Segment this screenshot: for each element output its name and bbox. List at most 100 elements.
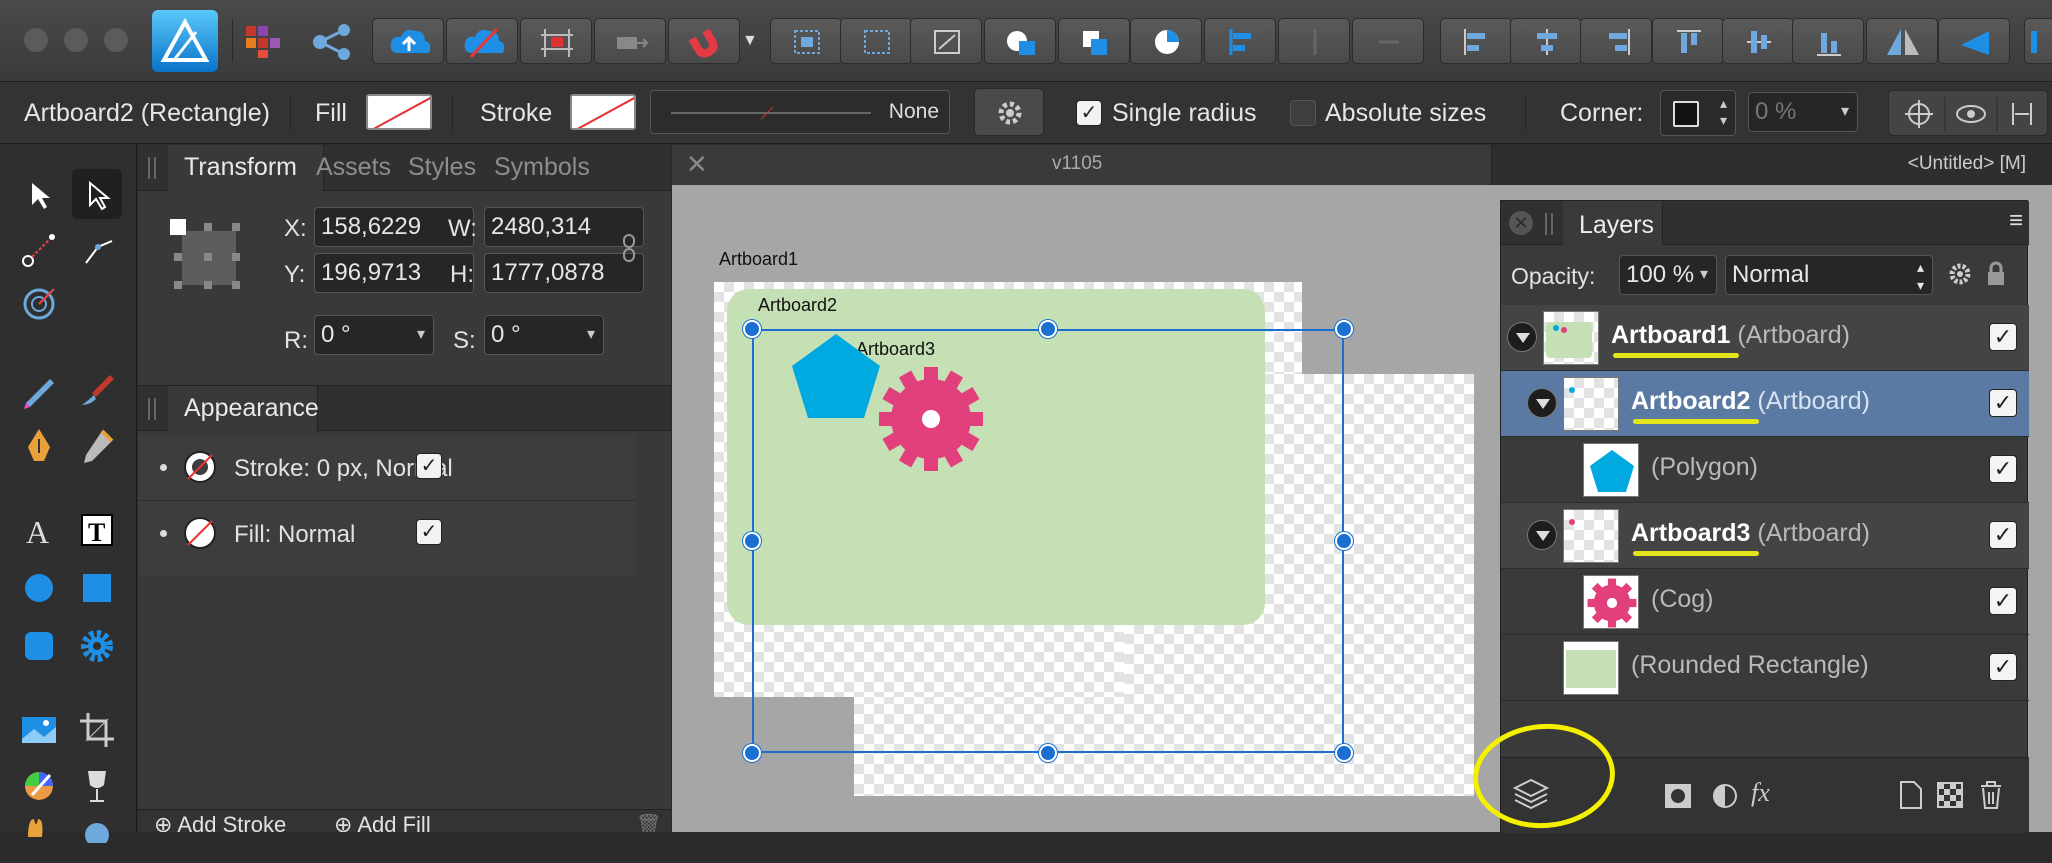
pencil-tool-icon[interactable] (14, 365, 64, 415)
artistic-text-tool-icon[interactable]: A (14, 505, 64, 555)
delete-layer-trash-icon[interactable] (1979, 780, 2003, 810)
mask-layer-icon[interactable] (1663, 782, 1693, 810)
layer-row-cog[interactable]: (Cog) ✓ (1501, 569, 2029, 635)
window-close-button[interactable] (24, 28, 48, 52)
anchor-point-selector[interactable] (168, 217, 250, 299)
point-transform-tool-icon[interactable] (14, 225, 64, 275)
force-pixel-alignment-button[interactable] (594, 18, 666, 64)
stroke-swatch[interactable] (570, 94, 636, 130)
flip-horizontal-button[interactable] (1866, 18, 1938, 64)
synchronize-defaults-button[interactable] (372, 18, 444, 64)
height-field[interactable]: 1777,0878 (484, 253, 644, 293)
add-fill-button[interactable]: ⊕ Add Fill (334, 812, 431, 832)
expand-artboard3-icon[interactable] (1527, 520, 1557, 550)
fill-tool-icon[interactable] (72, 421, 122, 471)
corner-radius-field[interactable]: 0 % (1748, 92, 1858, 132)
resize-handle-bottom-right[interactable] (1335, 744, 1353, 762)
window-minimize-button[interactable] (64, 28, 88, 52)
place-image-tool-icon[interactable] (14, 705, 64, 755)
lock-icon[interactable] (1985, 261, 2007, 287)
delete-appearance-trash-icon[interactable]: 🗑 (636, 812, 661, 832)
flip-vertical-button[interactable] (1938, 18, 2010, 64)
pen-tool-icon[interactable] (14, 421, 64, 471)
resize-handle-top-right[interactable] (1335, 320, 1353, 338)
show-alignment-handles-button[interactable] (910, 18, 982, 64)
corner-settings-gear-icon[interactable] (974, 88, 1044, 136)
adjustment-layer-icon[interactable] (1711, 782, 1739, 810)
node-tool-icon[interactable] (72, 169, 122, 219)
resize-handle-top-left[interactable] (743, 320, 761, 338)
document-tab[interactable]: ✕ v1105 (672, 145, 1492, 185)
ellipse-tool-icon[interactable] (14, 563, 64, 613)
transparency-tool-icon[interactable] (72, 761, 122, 811)
rounded-rectangle-visibility-checkbox[interactable]: ✓ (1989, 653, 2017, 681)
align-horizontal-center-button[interactable] (1510, 18, 1582, 64)
tab-symbols[interactable]: Symbols (494, 153, 590, 182)
close-panel-icon[interactable]: ✕ (1509, 211, 1533, 235)
layer-settings-gear-icon[interactable] (1947, 261, 1973, 287)
tab-appearance[interactable]: Appearance (184, 394, 319, 423)
layer-row-artboard2[interactable]: Artboard2 (Artboard) ✓ (1501, 371, 2029, 437)
pixel-persona-icon[interactable] (244, 24, 284, 60)
align-center-button[interactable] (1278, 18, 1350, 64)
close-tab-icon[interactable]: ✕ (686, 149, 708, 180)
rounded-rectangle-tool-icon[interactable] (14, 621, 64, 671)
layer-effects-fx-icon[interactable]: fx (1751, 778, 1770, 808)
artboard3-visibility-checkbox[interactable]: ✓ (1989, 521, 2017, 549)
rectangle-tool-icon[interactable] (72, 563, 122, 613)
corner-type-dropdown[interactable]: ▴ ▾ (1660, 90, 1736, 136)
align-top-button[interactable] (1652, 18, 1724, 64)
stroke-visibility-checkbox[interactable]: ✓ (416, 453, 442, 479)
add-boolean-button[interactable] (984, 18, 1056, 64)
align-bottom-button[interactable] (1792, 18, 1864, 64)
move-tool-icon[interactable] (14, 169, 64, 219)
align-vertical-center-button[interactable] (1722, 18, 1794, 64)
tab-transform[interactable]: Transform (184, 153, 297, 182)
align-right-edges-button[interactable] (1580, 18, 1652, 64)
link-chain-icon[interactable] (622, 233, 636, 263)
rotation-field[interactable]: 0 ° (314, 315, 434, 355)
document-tab-inactive[interactable]: <Untitled> [M] (1492, 145, 2052, 185)
single-radius-checkbox[interactable]: ✓ (1076, 100, 1102, 126)
align-left-edges-button[interactable] (1440, 18, 1512, 64)
expand-artboard2-icon[interactable] (1527, 388, 1557, 418)
view-tool-icon[interactable] (14, 813, 64, 863)
artboard1-visibility-checkbox[interactable]: ✓ (1989, 323, 2017, 351)
snap-grid-button[interactable] (520, 18, 592, 64)
layer-row-artboard1[interactable]: Artboard1 (Artboard) ✓ (1501, 305, 2029, 371)
appearance-fill-row[interactable]: Fill: Normal ✓ (138, 501, 636, 567)
panel-menu-icon[interactable]: ≡ (2009, 207, 2023, 235)
absolute-sizes-checkbox[interactable] (1290, 100, 1316, 126)
tab-assets[interactable]: Assets (316, 153, 391, 182)
add-stroke-button[interactable]: ⊕ Add Stroke (154, 812, 286, 832)
width-field[interactable]: 2480,314 (484, 207, 644, 247)
resize-handle-bottom[interactable] (1039, 744, 1057, 762)
artboard2-label[interactable]: Artboard2 (758, 295, 837, 316)
zoom-tool-icon[interactable] (72, 813, 122, 863)
snapping-magnet-icon[interactable] (668, 18, 740, 64)
subtract-boolean-button[interactable] (1058, 18, 1130, 64)
cog-visibility-checkbox[interactable]: ✓ (1989, 587, 2017, 615)
contour-tool-icon[interactable] (14, 279, 64, 329)
snapping-options-chevron-down-icon[interactable]: ▼ (742, 32, 758, 50)
blend-mode-dropdown[interactable]: Normal ▴ ▾ (1725, 255, 1933, 295)
resize-handle-bottom-left[interactable] (743, 744, 761, 762)
tab-styles[interactable]: Styles (408, 153, 476, 182)
fill-swatch[interactable] (366, 94, 432, 130)
cog-tool-icon[interactable] (72, 621, 122, 671)
frame-text-tool-icon[interactable]: T (72, 505, 122, 555)
resize-handle-right[interactable] (1335, 532, 1353, 550)
opacity-field[interactable]: 100 % (1619, 255, 1717, 295)
align-left-button[interactable] (1204, 18, 1276, 64)
export-persona-icon[interactable] (310, 22, 354, 62)
layer-row-polygon[interactable]: (Polygon) ✓ (1501, 437, 2029, 503)
corner-tool-icon[interactable] (72, 225, 122, 275)
window-zoom-button[interactable] (104, 28, 128, 52)
appearance-stroke-row[interactable]: Stroke: 0 px, Normal ✓ (138, 435, 636, 501)
vector-brush-tool-icon[interactable] (72, 365, 122, 415)
shear-field[interactable]: 0 ° (484, 315, 604, 355)
fill-visibility-checkbox[interactable]: ✓ (416, 519, 442, 545)
transform-origin-button[interactable] (840, 18, 912, 64)
artboard2-visibility-checkbox[interactable]: ✓ (1989, 389, 2017, 417)
color-picker-tool-icon[interactable] (14, 761, 64, 811)
